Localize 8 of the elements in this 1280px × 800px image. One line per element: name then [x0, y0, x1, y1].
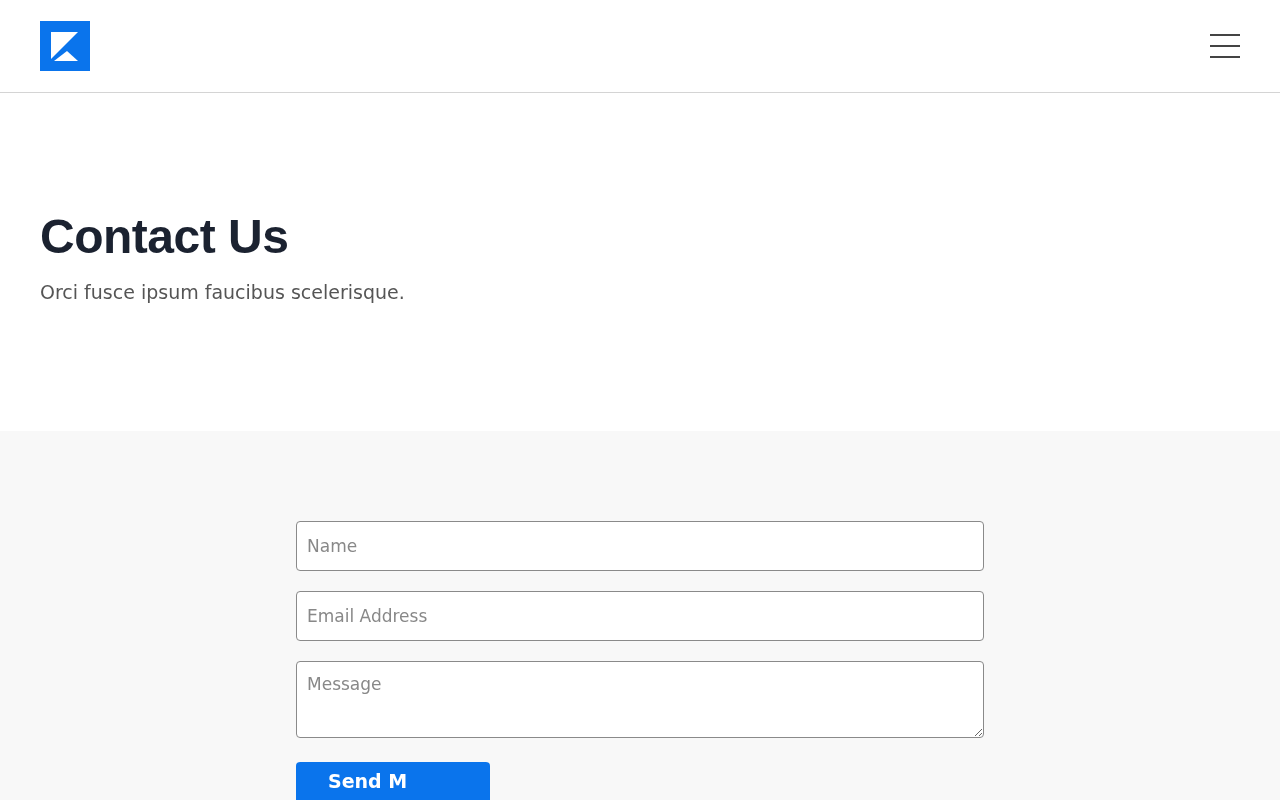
- input-field[interactable]: Email Address: [296, 591, 984, 641]
- page-title: Contact Us: [40, 209, 290, 265]
- logo-icon[interactable]: [40, 21, 90, 71]
- message-field[interactable]: Message: [296, 661, 984, 738]
- input-field[interactable]: Name: [296, 521, 984, 571]
- send-button[interactable]: Send M: [296, 762, 490, 800]
- menu-icon[interactable]: [1210, 33, 1240, 59]
- page-subtitle: Orci fusce ipsum faucibus scelerisque.: [40, 279, 406, 305]
